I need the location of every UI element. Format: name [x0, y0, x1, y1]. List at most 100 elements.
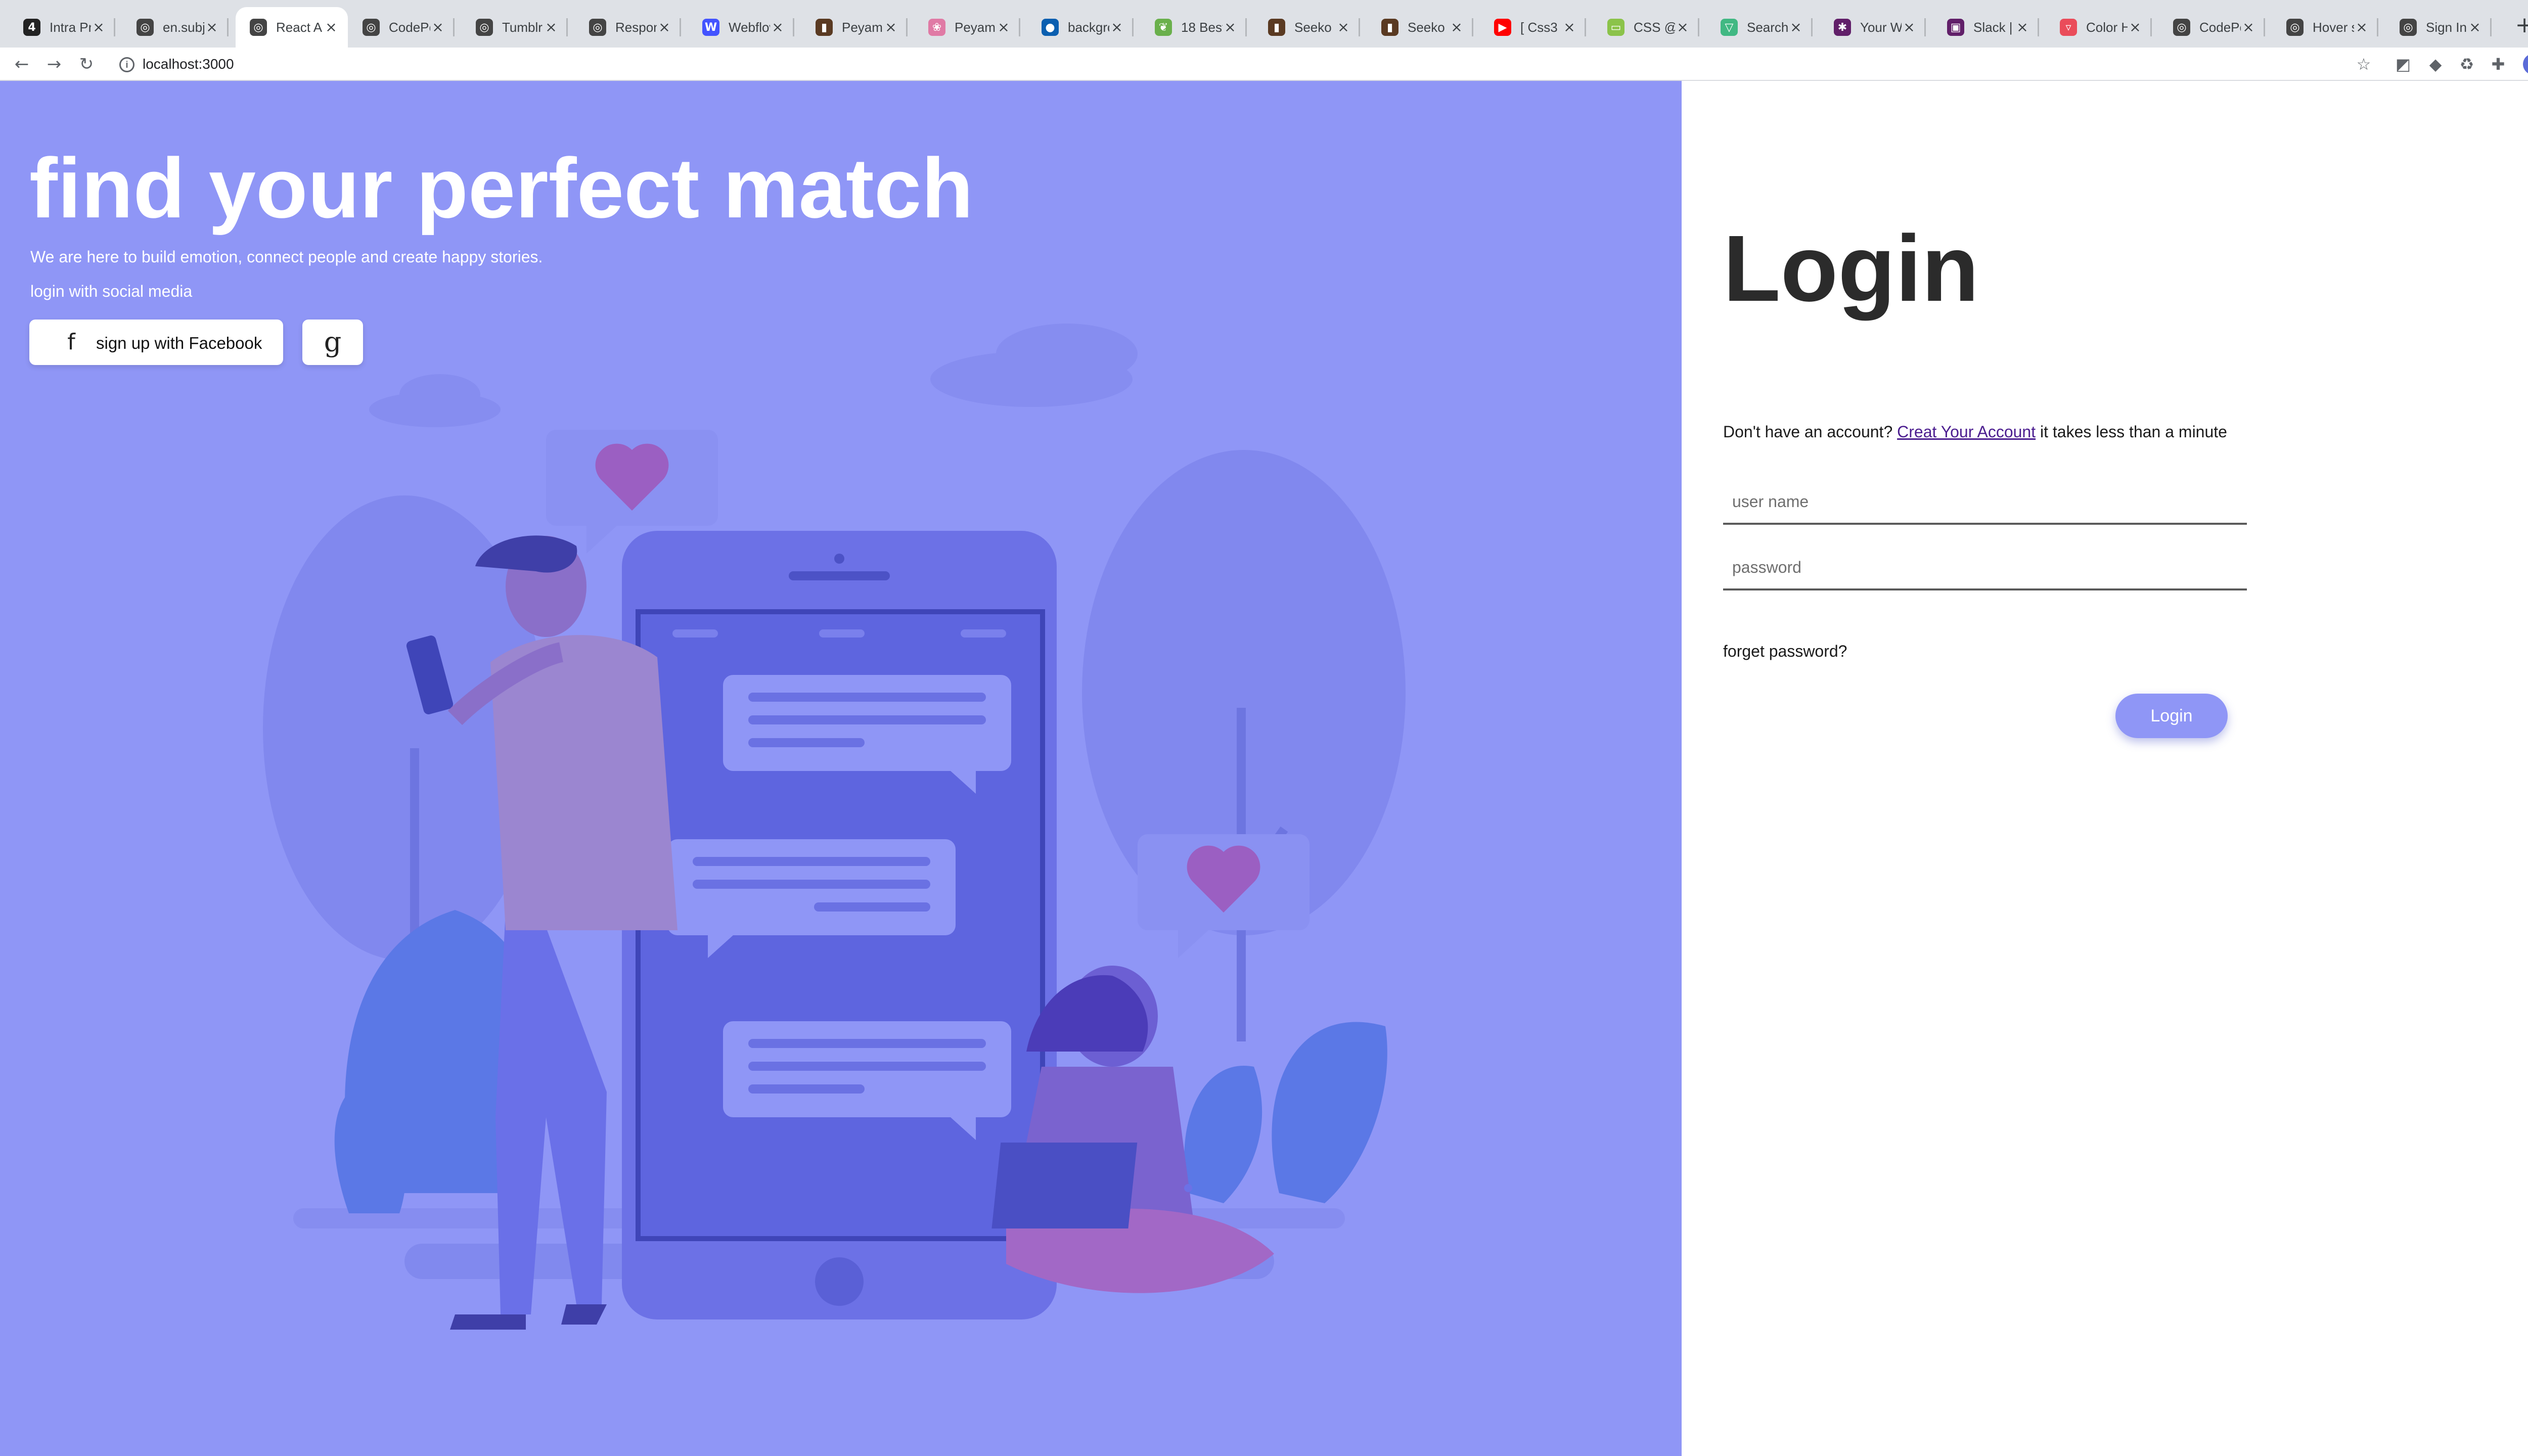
tab-close-icon[interactable]: × — [2241, 20, 2256, 35]
leaf-icon: ❦ — [1155, 19, 1172, 36]
browser-tab[interactable]: ▣ Slack | × — [1933, 7, 2039, 48]
browser-tab[interactable]: ✱ Your Wo× — [1820, 7, 1926, 48]
extension-badge-icon[interactable]: ◆ — [2424, 53, 2447, 76]
tab-separator — [1698, 18, 1699, 36]
browser-tab[interactable]: ◎ Hover st× — [2272, 7, 2378, 48]
tab-title: Respons — [615, 19, 657, 35]
browser-tab[interactable]: ◎ CodePe× — [2159, 7, 2265, 48]
extension-icon[interactable]: ◩ — [2391, 53, 2415, 76]
tab-close-icon[interactable]: × — [1449, 20, 1464, 35]
forgot-password-link[interactable]: forget password? — [1723, 642, 1847, 661]
browser-tab[interactable]: ◎ React A × — [236, 7, 348, 48]
signup-prompt-before: Don't have an account? — [1723, 423, 1893, 441]
browser-tab[interactable]: ◎ Tumblr × — [462, 7, 568, 48]
tab-close-icon[interactable]: × — [2128, 20, 2143, 35]
browser-tab[interactable]: ▶ [ Css3 Ic× — [1480, 7, 1586, 48]
password-input[interactable] — [1723, 546, 2247, 590]
tab-title: CodePe — [2199, 19, 2241, 35]
tab-title: Seeko — [1294, 19, 1332, 35]
codepen-icon: ◎ — [363, 19, 380, 36]
tab-close-icon[interactable]: × — [204, 20, 219, 35]
tab-separator — [906, 18, 908, 36]
tab-title: Color Hu — [2086, 19, 2128, 35]
tab-close-icon[interactable]: × — [324, 20, 339, 35]
tab-close-icon[interactable]: × — [2354, 20, 2369, 35]
username-input[interactable] — [1723, 480, 2247, 525]
tab-title: Your Wo — [1860, 19, 1902, 35]
browser-tab[interactable]: ▮ Seeko × — [1367, 7, 1473, 48]
tab-separator — [2377, 18, 2378, 36]
tab-close-icon[interactable]: × — [91, 20, 106, 35]
forward-icon[interactable]: → — [41, 52, 67, 77]
tab-title: Search — [1747, 19, 1788, 35]
browser-tab[interactable]: W Webflow× — [688, 7, 794, 48]
facebook-icon: f — [67, 329, 75, 355]
tab-close-icon[interactable]: × — [544, 20, 559, 35]
login-button[interactable]: Login — [2115, 694, 2228, 738]
browser-tab[interactable]: ◎ CodePe× — [348, 7, 455, 48]
back-icon[interactable]: ← — [9, 52, 34, 77]
tab-title: backgro — [1068, 19, 1109, 35]
tab-title: Tumblr — [502, 19, 543, 35]
browser-tab[interactable]: ▮ Seeko × — [1254, 7, 1360, 48]
create-account-link[interactable]: Creat Your Account — [1897, 423, 2036, 441]
seeko-icon: ▮ — [1381, 19, 1398, 36]
peyamb-pink-icon: ❀ — [928, 19, 945, 36]
tab-separator — [793, 18, 794, 36]
tab-separator — [1132, 18, 1134, 36]
tab-title: Hover st — [2313, 19, 2354, 35]
tab-close-icon[interactable]: × — [1109, 20, 1124, 35]
browser-tab[interactable]: ❀ Peyamb× — [914, 7, 1020, 48]
tab-separator — [680, 18, 681, 36]
browser-tab[interactable]: ◎ Sign In |× — [2385, 7, 2492, 48]
tab-title: Intra Pro — [50, 19, 91, 35]
reload-icon[interactable]: ↻ — [74, 52, 99, 77]
tab-title: Slack | — [1973, 19, 2013, 35]
bookmark-star-icon[interactable]: ☆ — [2352, 53, 2375, 76]
tab-close-icon[interactable]: × — [1675, 20, 1690, 35]
globe-icon: ◎ — [137, 19, 154, 36]
browser-tab[interactable]: ❦ 18 Best × — [1141, 7, 1247, 48]
tab-close-icon[interactable]: × — [1788, 20, 1803, 35]
browser-tab[interactable]: ▽ Search × — [1706, 7, 1813, 48]
new-tab-button[interactable]: + — [2510, 11, 2528, 39]
signup-prompt: Don't have an account? Creat Your Accoun… — [1723, 423, 2227, 441]
tab-close-icon[interactable]: × — [1562, 20, 1577, 35]
background-icon: ● — [1042, 19, 1059, 36]
facebook-signup-button[interactable]: f sign up with Facebook — [29, 320, 283, 365]
browser-tab[interactable]: ▭ CSS @m× — [1593, 7, 1699, 48]
recycle-extension-icon[interactable]: ♻ — [2455, 53, 2478, 76]
slack-icon: ✱ — [1834, 19, 1851, 36]
browser-tab-bar: 4Intra Pro×◎en.subje×◎React A×◎CodePe×◎T… — [0, 0, 2528, 48]
tab-close-icon[interactable]: × — [883, 20, 898, 35]
facebook-signup-label: sign up with Facebook — [96, 334, 262, 352]
browser-tab[interactable]: ▮ Peyamb× — [801, 7, 908, 48]
tab-separator — [114, 18, 115, 36]
google-signup-button[interactable]: g — [302, 320, 363, 365]
codepen-icon: ◎ — [2173, 19, 2190, 36]
tab-close-icon[interactable]: × — [770, 20, 785, 35]
tab-close-icon[interactable]: × — [1223, 20, 1238, 35]
tab-close-icon[interactable]: × — [996, 20, 1011, 35]
tab-title: CodePe — [389, 19, 430, 35]
globe-icon: ◎ — [589, 19, 606, 36]
site-info-icon[interactable]: i — [119, 57, 134, 72]
tab-close-icon[interactable]: × — [1902, 20, 1917, 35]
profile-avatar[interactable]: K — [2523, 54, 2528, 75]
browser-tab[interactable]: ◎ Respons× — [575, 7, 681, 48]
address-bar[interactable]: localhost:3000 — [143, 55, 234, 74]
tab-title: CSS @m — [1634, 19, 1675, 35]
tab-close-icon[interactable]: × — [657, 20, 672, 35]
tab-close-icon[interactable]: × — [1336, 20, 1351, 35]
tab-separator — [1245, 18, 1247, 36]
browser-tab[interactable]: ◎ en.subje× — [122, 7, 229, 48]
puzzle-icon[interactable]: ✚ — [2487, 53, 2510, 76]
intra-logo-icon: 4 — [23, 19, 40, 36]
browser-tab[interactable]: 4 Intra Pro× — [9, 7, 115, 48]
tab-close-icon[interactable]: × — [2467, 20, 2482, 35]
browser-tab[interactable]: ▿ Color Hu× — [2046, 7, 2152, 48]
tab-close-icon[interactable]: × — [430, 20, 445, 35]
browser-tab[interactable]: ● backgro× — [1027, 7, 1134, 48]
tab-separator — [2038, 18, 2039, 36]
tab-close-icon[interactable]: × — [2015, 20, 2030, 35]
